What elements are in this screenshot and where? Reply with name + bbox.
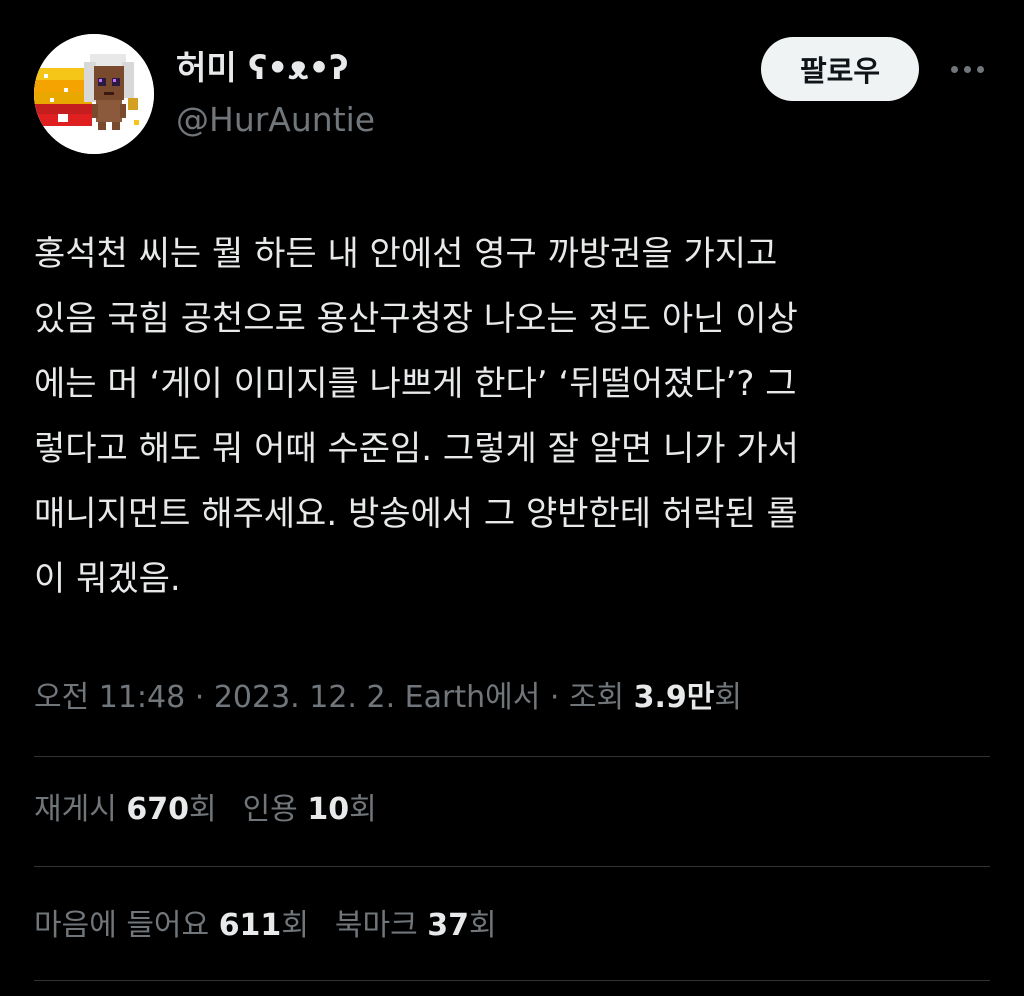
meta-separator: · (540, 680, 569, 715)
views-count: 3.9만 (633, 680, 715, 715)
bookmarks-suffix: 회 (469, 908, 497, 943)
quotes-label: 인용 (242, 792, 308, 827)
retweets-label: 재게시 (34, 792, 127, 827)
tweet-text-line: 렇다고 해도 뭐 어때 수준임. 그렇게 잘 알면 니가 가서 (34, 429, 799, 469)
views-label: 조회 (568, 680, 634, 715)
pixel-art-character-avatar-icon (34, 34, 154, 154)
tweet-date[interactable]: 2023. 12. 2. (214, 680, 395, 715)
display-name[interactable]: 허미 ʕ•ᴥ•ʔ (176, 46, 349, 90)
tweet-text-line: 있음 국힘 공천으로 용산구청장 나오는 정도 아닌 이상 (34, 299, 798, 339)
avatar[interactable] (34, 34, 154, 154)
likes-suffix: 회 (281, 908, 309, 943)
tweet-source: Earth에서 (395, 680, 541, 715)
bookmarks-stat[interactable]: 북마크 37회 (335, 902, 497, 950)
divider (34, 756, 990, 757)
retweets-stat[interactable]: 재게시 670회 (34, 786, 217, 834)
more-horizontal-icon (950, 65, 958, 73)
quotes-suffix: 회 (349, 792, 377, 827)
tweet-time[interactable]: 오전 11:48 (34, 680, 185, 715)
tweet-meta: 오전 11:48 · 2023. 12. 2. Earth에서 · 조회 3.9… (34, 674, 742, 722)
likes-stat[interactable]: 마음에 들어요 611회 (34, 902, 309, 950)
tweet-card: 허미 ʕ•ᴥ•ʔ @HurAuntie 팔로우 홍석천 씨는 뭘 하든 내 안에… (0, 0, 1024, 996)
tweet-text-line: 홍석천 씨는 뭘 하든 내 안에선 영구 까방권을 가지고 (34, 234, 778, 274)
more-horizontal-icon (976, 65, 984, 73)
more-horizontal-icon (963, 65, 971, 73)
divider (34, 980, 990, 981)
retweets-suffix: 회 (188, 792, 217, 827)
user-handle[interactable]: @HurAuntie (176, 98, 375, 142)
quotes-stat[interactable]: 인용 10회 (243, 786, 377, 834)
bookmarks-label: 북마크 (334, 908, 428, 943)
retweets-count: 670 (126, 792, 189, 827)
bookmarks-count: 37 (427, 908, 470, 943)
quotes-count: 10 (307, 792, 350, 827)
likes-count: 611 (218, 908, 282, 943)
engagement-row: 재게시 670회 인용 10회 (34, 786, 377, 834)
tweet-text-line: 이 뭐겠음. (34, 559, 181, 599)
tweet-text-line: 에는 머 ‘게이 이미지를 나쁘게 한다’ ‘뒤떨어졌다’? 그 (34, 364, 797, 404)
tweet-text-line: 매니지먼트 해주세요. 방송에서 그 양반한테 허락된 롤 (34, 494, 798, 534)
meta-separator: · (185, 680, 214, 715)
follow-button[interactable]: 팔로우 (761, 37, 919, 101)
tweet-text: 홍석천 씨는 뭘 하든 내 안에선 영구 까방권을 가지고 있음 국힘 공천으로… (34, 222, 996, 612)
divider (34, 866, 990, 867)
views-suffix: 회 (714, 680, 743, 715)
engagement-row: 마음에 들어요 611회 북마크 37회 (34, 902, 497, 950)
more-options-button[interactable] (944, 54, 990, 84)
likes-label: 마음에 들어요 (34, 908, 219, 943)
